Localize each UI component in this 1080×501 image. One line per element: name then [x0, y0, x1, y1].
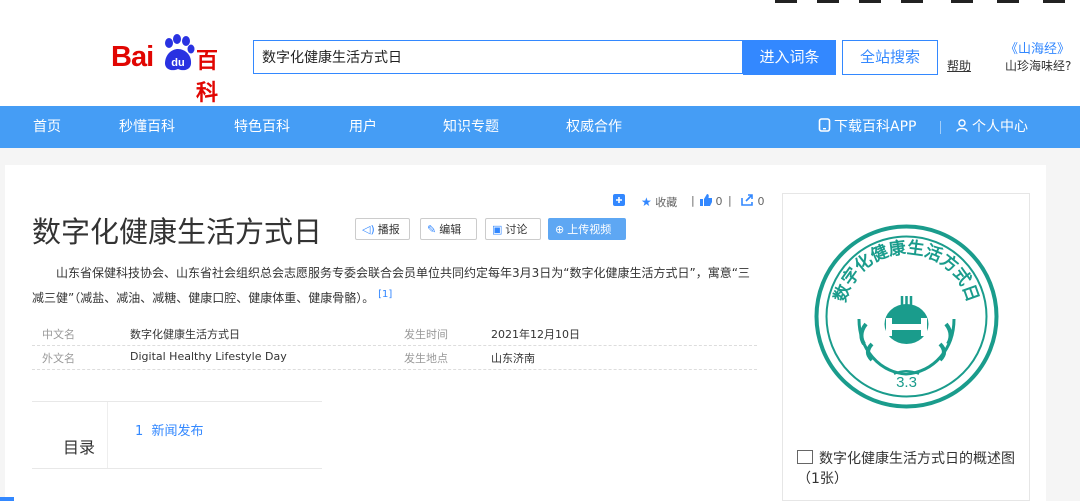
toc-item-label: 新闻发布 — [151, 424, 204, 439]
edit-label: 编辑 — [439, 223, 462, 236]
share-button[interactable]: 0 — [741, 194, 765, 208]
user-center-label: 个人中心 — [972, 119, 1028, 135]
download-app-label: 下载百科APP — [834, 119, 917, 135]
infobox-key: 外文名 — [42, 352, 75, 365]
summary-image-box[interactable]: 数字化健康生活方式日 3.3 数字化健康生活方式日的概述图（1张） — [782, 193, 1030, 501]
thumbs-up-icon — [700, 194, 712, 206]
enter-entry-button[interactable]: 进入词条 — [743, 40, 836, 75]
top-icon[interactable] — [859, 0, 881, 3]
top-icon[interactable] — [817, 0, 839, 3]
promo-link[interactable]: 《山海经》 山珍海味经? — [1005, 41, 1080, 75]
toc-divider — [107, 402, 108, 468]
logo-du-text: du — [171, 57, 184, 69]
speaker-icon: ◁) — [362, 223, 375, 236]
upload-video-button[interactable]: ⊕ 上传视频 — [548, 218, 626, 240]
image-caption-text: 数字化健康生活方式日的概述图（1张） — [797, 451, 1015, 487]
discuss-label: 讨论 — [505, 223, 528, 236]
image-caption[interactable]: 数字化健康生活方式日的概述图（1张） — [797, 449, 1022, 489]
reference-link[interactable]: [1] — [378, 289, 392, 300]
help-link[interactable]: 帮助 — [947, 57, 971, 74]
baidu-baike-logo[interactable]: Bai du 百科 — [111, 34, 237, 106]
nav-item-users[interactable]: 用户 — [349, 106, 377, 148]
star-icon: ★ — [641, 195, 652, 209]
nav-item-home[interactable]: 首页 — [33, 106, 61, 148]
search-box[interactable] — [253, 40, 743, 74]
add-icon[interactable] — [613, 194, 625, 209]
paw-icon: du — [165, 34, 195, 71]
like-count: 0 — [715, 195, 723, 208]
toc-item-number: 1 — [135, 424, 144, 439]
logo-bai-text: Bai — [111, 41, 154, 73]
health-day-logo-image: 数字化健康生活方式日 3.3 — [814, 224, 999, 409]
plus-circle-icon: ⊕ — [555, 223, 565, 236]
top-icon[interactable] — [1043, 0, 1065, 3]
favorite-label: 收藏 — [655, 196, 678, 209]
share-count: 0 — [757, 195, 765, 208]
top-icon[interactable] — [775, 0, 797, 3]
nav-item-featured[interactable]: 特色百科 — [234, 106, 290, 148]
play-button[interactable]: ◁) 播报 — [355, 218, 410, 240]
site-search-button[interactable]: 全站搜索 — [842, 40, 938, 75]
nav-item-miaodong[interactable]: 秒懂百科 — [119, 106, 175, 148]
infobox-key: 中文名 — [42, 328, 75, 341]
chat-icon: ▣ — [492, 223, 503, 236]
left-edge-marker — [0, 497, 14, 501]
infobox-value: Digital Healthy Lifestyle Day — [130, 350, 287, 363]
infobox-key: 发生时间 — [404, 328, 448, 341]
toolbar-divider: | — [691, 194, 695, 207]
share-icon — [741, 194, 753, 206]
logo-date-text: 3.3 — [896, 374, 917, 391]
promo-subtitle: 山珍海味经? — [1005, 59, 1072, 73]
toc-label: 目录 — [63, 438, 96, 457]
logo-baike-text: 百科 — [196, 49, 219, 106]
entry-summary: 山东省保健科技协会、山东省社会组织总会志愿服务专委会联合会员单位共同约定每年3月… — [32, 262, 757, 309]
toolbar-divider: | — [728, 194, 732, 207]
like-button[interactable]: 0 — [700, 194, 723, 208]
infobox-value: 数字化健康生活方式日 — [130, 328, 240, 341]
top-icon[interactable] — [901, 0, 923, 3]
phone-icon — [818, 118, 831, 132]
user-center-link[interactable]: 个人中心 — [956, 106, 1028, 148]
nav-divider — [940, 121, 941, 134]
pencil-icon: ✎ — [427, 223, 437, 236]
table-of-contents: 目录 1 新闻发布 — [32, 401, 322, 469]
nav-item-cooperation[interactable]: 权威合作 — [566, 106, 622, 148]
favorite-button[interactable]: ★ 收藏 — [641, 194, 677, 210]
search-input[interactable] — [254, 41, 740, 73]
edit-button[interactable]: ✎ 编辑 — [420, 218, 477, 240]
infobox-value: 2021年12月10日 — [491, 328, 580, 341]
image-icon — [797, 450, 813, 464]
top-icon[interactable] — [997, 0, 1019, 3]
promo-title[interactable]: 《山海经》 — [1005, 41, 1080, 58]
page-title: 数字化健康生活方式日 — [32, 215, 323, 249]
download-app-link[interactable]: 下载百科APP — [818, 106, 916, 148]
toc-item[interactable]: 1 新闻发布 — [135, 420, 204, 439]
top-icon[interactable] — [951, 0, 973, 3]
nav-item-topics[interactable]: 知识专题 — [443, 106, 499, 148]
play-label: 播报 — [377, 223, 400, 236]
infobox-value[interactable]: 山东济南 — [491, 350, 535, 366]
upload-video-label: 上传视频 — [567, 223, 612, 236]
infobox-key: 发生地点 — [404, 352, 448, 365]
discuss-button[interactable]: ▣ 讨论 — [485, 218, 541, 240]
infobox-row: 中文名 数字化健康生活方式日 发生时间 2021年12月10日 — [32, 321, 757, 346]
main-nav: 首页 秒懂百科 特色百科 用户 知识专题 权威合作 下载百科APP 个人中心 — [0, 106, 1080, 148]
infobox-row: 外文名 Digital Healthy Lifestyle Day 发生地点 山… — [32, 345, 757, 370]
user-icon — [956, 119, 968, 132]
